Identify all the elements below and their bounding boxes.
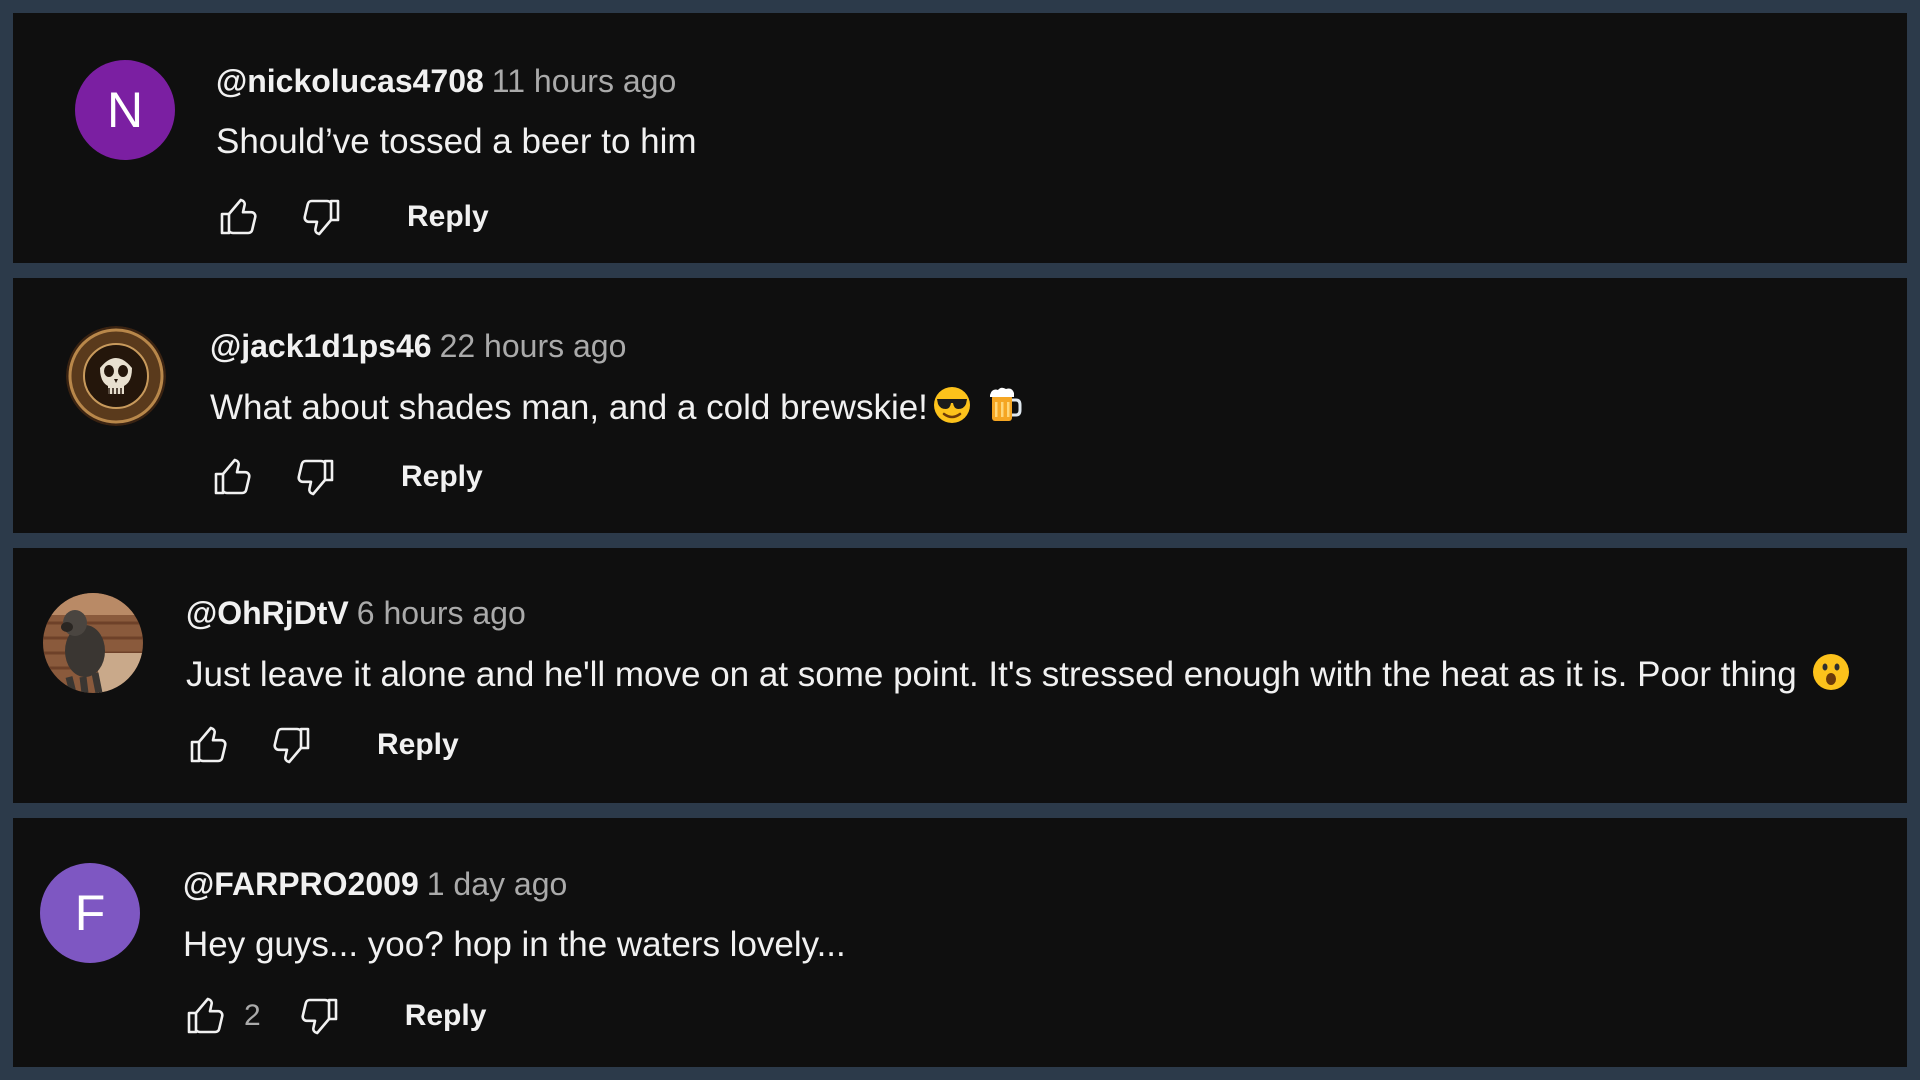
like-button[interactable] bbox=[180, 989, 234, 1043]
smiling-face-with-sunglasses-emoji bbox=[932, 385, 972, 425]
comment-author[interactable]: @jack1d1ps46 bbox=[210, 328, 432, 364]
thumbs-down-icon bbox=[301, 998, 337, 1035]
dislike-button[interactable] bbox=[293, 190, 347, 244]
comment-author[interactable]: @FARPRO2009 bbox=[183, 866, 419, 902]
comment-author[interactable]: @OhRjDtV bbox=[186, 595, 349, 631]
comment-actions: Reply bbox=[213, 190, 489, 244]
reply-button[interactable]: Reply bbox=[377, 728, 459, 762]
comment-timestamp[interactable]: 22 hours ago bbox=[440, 328, 627, 364]
dislike-button[interactable] bbox=[287, 450, 341, 504]
comment-card: F @FARPRO2009 1 day ago Hey guys... yoo? … bbox=[13, 818, 1907, 1067]
thumbs-up-icon bbox=[214, 458, 251, 495]
comment-actions: Reply bbox=[207, 450, 483, 504]
avatar[interactable]: F bbox=[40, 863, 140, 963]
dislike-button[interactable] bbox=[291, 989, 345, 1043]
thumbs-up-icon bbox=[190, 726, 227, 763]
avatar[interactable]: N bbox=[75, 60, 175, 160]
like-count: 2 bbox=[244, 999, 261, 1032]
thumbs-down-icon bbox=[297, 459, 334, 496]
avatar-image bbox=[43, 593, 143, 693]
thumbs-down-icon bbox=[303, 199, 340, 236]
dislike-button[interactable] bbox=[263, 718, 317, 772]
comment-text: What about shades man, and a cold brewsk… bbox=[210, 385, 1024, 430]
comment-actions: Reply bbox=[183, 718, 459, 772]
comment-header: @OhRjDtV 6 hours ago bbox=[186, 593, 526, 633]
comment-card: @OhRjDtV 6 hours ago Just leave it alone … bbox=[13, 548, 1907, 803]
comment-text: Should’ve tossed a beer to him bbox=[216, 122, 697, 161]
thumbs-down-icon bbox=[273, 727, 310, 764]
comment-author[interactable]: @nickolucas4708 bbox=[216, 63, 484, 99]
avatar[interactable] bbox=[66, 326, 166, 426]
like-button[interactable] bbox=[213, 190, 267, 244]
thumbs-up-icon bbox=[220, 198, 257, 235]
comment-timestamp[interactable]: 6 hours ago bbox=[357, 595, 526, 631]
like-button[interactable] bbox=[183, 718, 237, 772]
reply-button[interactable]: Reply bbox=[405, 999, 487, 1033]
comment-timestamp[interactable]: 11 hours ago bbox=[492, 63, 676, 99]
thumbs-up-icon bbox=[187, 997, 224, 1034]
reply-button[interactable]: Reply bbox=[401, 460, 483, 494]
comment-card: N @nickolucas4708 11 hours ago Should’ve … bbox=[13, 13, 1907, 263]
like-button[interactable] bbox=[207, 450, 261, 504]
beer-mug-emoji bbox=[984, 385, 1024, 425]
comment-card: @jack1d1ps46 22 hours ago What about shad… bbox=[13, 278, 1907, 533]
comment-text: Hey guys... yoo? hop in the waters lovel… bbox=[183, 925, 846, 964]
comment-text-body: Just leave it alone and he'll move on at… bbox=[186, 655, 1797, 694]
comment-actions: 2 Reply bbox=[180, 989, 486, 1043]
avatar-image bbox=[66, 326, 166, 426]
comment-header: @nickolucas4708 11 hours ago bbox=[216, 61, 676, 101]
comment-header: @FARPRO2009 1 day ago bbox=[183, 864, 567, 904]
comment-text: Just leave it alone and he'll move on at… bbox=[186, 652, 1851, 697]
reply-button[interactable]: Reply bbox=[407, 200, 489, 234]
comment-timestamp[interactable]: 1 day ago bbox=[427, 866, 568, 902]
hushed-face-emoji bbox=[1811, 652, 1851, 692]
comment-header: @jack1d1ps46 22 hours ago bbox=[210, 326, 626, 366]
comment-text-body: What about shades man, and a cold brewsk… bbox=[210, 388, 928, 427]
avatar[interactable] bbox=[43, 593, 143, 693]
